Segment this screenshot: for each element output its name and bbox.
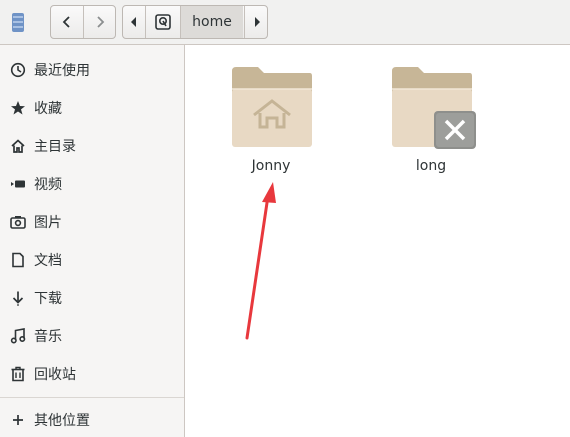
header-bar: home — [0, 0, 570, 45]
sidebar-item-label: 下载 — [34, 291, 62, 307]
sidebar-item-videos[interactable]: 视频 — [0, 167, 184, 201]
file-item-long[interactable]: long — [371, 63, 491, 183]
home-folder-icon — [232, 67, 312, 147]
trash-icon — [9, 366, 26, 383]
chevron-left-icon — [62, 16, 70, 28]
forward-button[interactable] — [84, 6, 115, 38]
sidebar-item-trash[interactable]: 回收站 — [0, 357, 184, 391]
path-scroll-left-button[interactable] — [123, 6, 146, 38]
sidebar-item-label: 视频 — [34, 177, 62, 193]
sidebar-item-label: 回收站 — [34, 367, 76, 383]
path-scroll-right-button[interactable] — [244, 6, 267, 38]
drive-icon — [155, 14, 171, 30]
file-label: long — [415, 158, 447, 174]
caret-right-icon — [254, 17, 260, 27]
file-label: Jonny — [251, 158, 291, 174]
sidebar-item-starred[interactable]: 收藏 — [0, 91, 184, 125]
file-manager-icon[interactable] — [12, 13, 24, 32]
sidebar-item-label: 其他位置 — [34, 413, 90, 429]
history-nav — [50, 5, 116, 39]
sidebar-item-label: 图片 — [34, 215, 62, 231]
music-icon — [9, 328, 26, 345]
sidebar-item-other-locations[interactable]: 其他位置 — [0, 403, 184, 437]
sidebar-item-label: 主目录 — [34, 139, 76, 155]
path-root-button[interactable] — [146, 6, 181, 38]
chevron-right-icon — [97, 16, 105, 28]
sidebar-item-music[interactable]: 音乐 — [0, 319, 184, 353]
path-bar: home — [122, 5, 268, 39]
video-icon — [9, 176, 26, 193]
sidebar-item-label: 最近使用 — [34, 63, 90, 79]
sidebar-item-recent[interactable]: 最近使用 — [0, 53, 184, 87]
sidebar: 最近使用 收藏 主目录 视频 图片 文档 下载 音乐 回收站 其他位置 — [0, 45, 185, 437]
sidebar-item-label: 收藏 — [34, 101, 62, 117]
star-icon — [9, 100, 26, 117]
sidebar-item-documents[interactable]: 文档 — [0, 243, 184, 277]
file-item-jonny[interactable]: Jonny — [211, 63, 331, 183]
sidebar-divider — [0, 397, 184, 398]
plus-icon — [9, 412, 26, 429]
file-view[interactable]: Jonny long — [185, 45, 570, 437]
sidebar-item-downloads[interactable]: 下载 — [0, 281, 184, 315]
sidebar-item-home[interactable]: 主目录 — [0, 129, 184, 163]
sidebar-item-label: 音乐 — [34, 329, 62, 345]
back-button[interactable] — [51, 6, 84, 38]
sidebar-item-pictures[interactable]: 图片 — [0, 205, 184, 239]
download-icon — [9, 290, 26, 307]
camera-icon — [9, 214, 26, 231]
home-icon — [9, 138, 26, 155]
sidebar-item-label: 文档 — [34, 253, 62, 269]
clock-icon — [9, 62, 26, 79]
path-segment-home[interactable]: home — [181, 6, 243, 38]
locked-folder-icon — [392, 67, 476, 149]
caret-left-icon — [131, 17, 136, 27]
document-icon — [9, 252, 26, 269]
